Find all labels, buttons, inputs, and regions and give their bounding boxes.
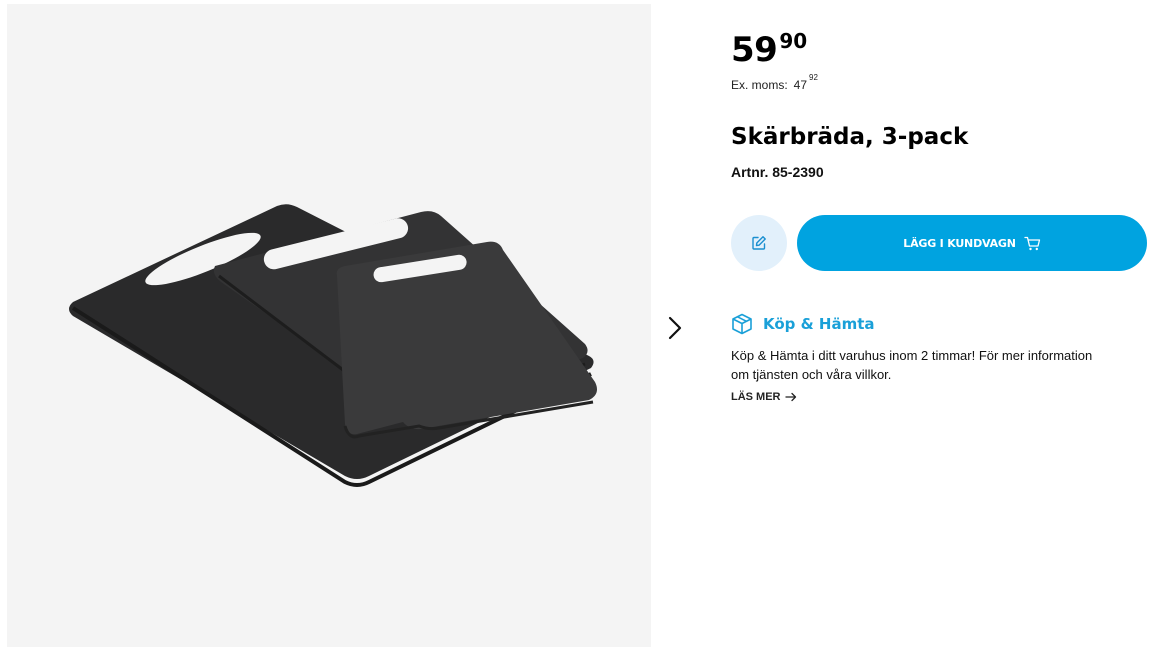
product-image: [69, 204, 597, 487]
product-image-gallery: [7, 4, 651, 647]
gallery-next-button[interactable]: [664, 314, 688, 342]
add-to-cart-button[interactable]: LÄGG I KUNDVAGN: [797, 215, 1147, 271]
read-more-label: LÄS MER: [731, 391, 781, 403]
ex-vat-decimals: 92: [809, 73, 818, 82]
product-title: Skärbräda, 3-pack: [731, 124, 969, 150]
price-integer: 59: [731, 30, 778, 70]
read-more-link[interactable]: LÄS MER: [731, 391, 797, 403]
arrow-right-icon: [784, 392, 796, 402]
ex-vat-label: Ex. moms:: [731, 78, 788, 92]
chevron-right-icon: [668, 316, 682, 340]
article-number: Artnr. 85-2390: [731, 164, 824, 180]
pickup-header: Köp & Hämta: [731, 313, 875, 335]
edit-note-button[interactable]: [731, 215, 787, 271]
box-icon: [732, 313, 752, 335]
pencil-square-icon: [752, 236, 766, 250]
price: 59 90: [731, 29, 808, 70]
cart-icon: [1024, 236, 1040, 250]
pickup-description: Köp & Hämta i ditt varuhus inom 2 timmar…: [731, 348, 1093, 382]
add-to-cart-label: LÄGG I KUNDVAGN: [903, 236, 1016, 250]
price-decimals: 90: [779, 29, 808, 53]
ex-vat-integer: 47: [793, 78, 808, 92]
pickup-title: Köp & Hämta: [763, 315, 875, 333]
price-ex-vat: Ex. moms: 4792: [731, 73, 818, 92]
